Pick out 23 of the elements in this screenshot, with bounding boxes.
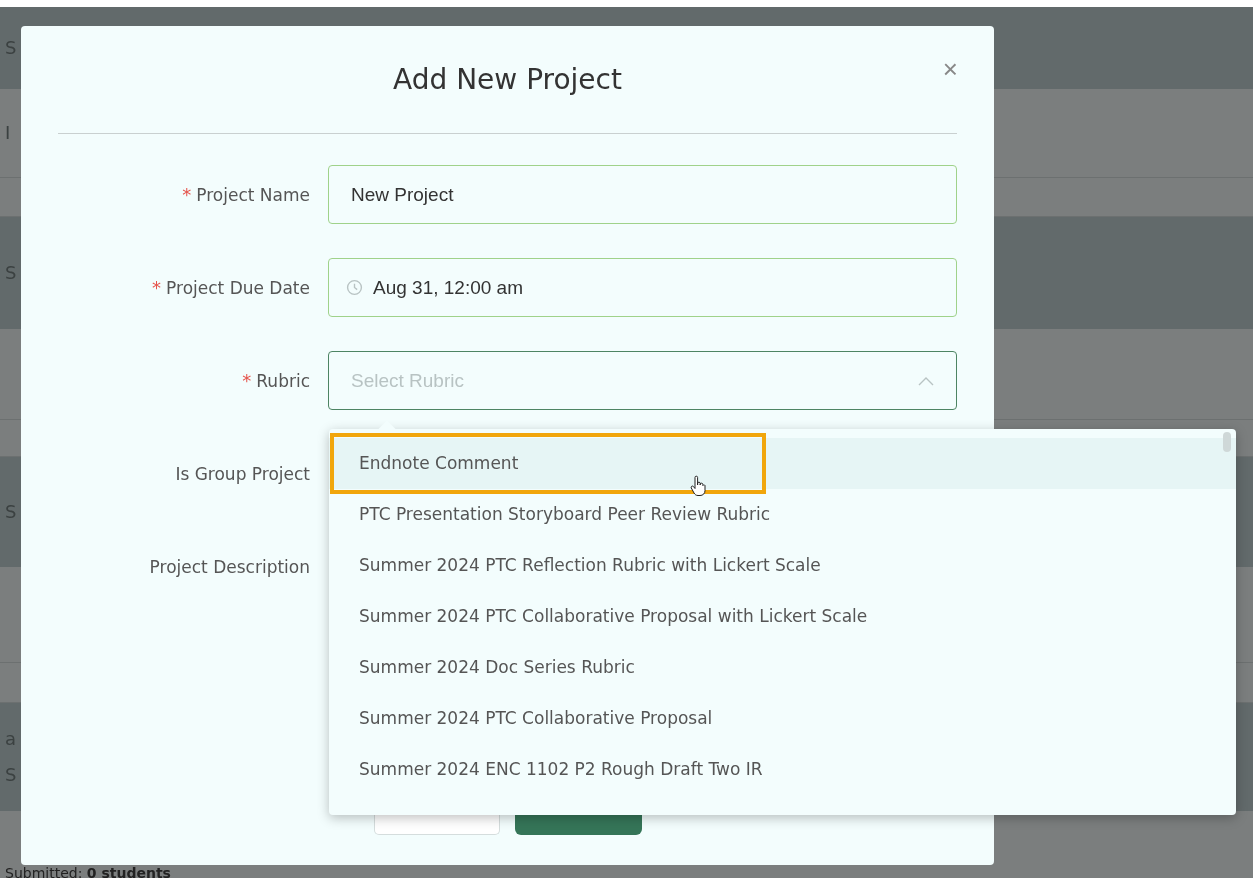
- field-label: Is Group Project: [175, 463, 310, 484]
- dropdown-option[interactable]: Summer 2024 ENC 1102 P2 Rough Draft Two IR: [329, 744, 1236, 795]
- field-label: Project Name: [196, 185, 310, 205]
- field-label: Project Description: [149, 556, 310, 577]
- dialog-title: Add New Project: [393, 63, 622, 96]
- required-mark: *: [152, 277, 162, 298]
- field-label: Project Due Date: [166, 278, 310, 298]
- background-text: Submitted: 0 students: [5, 866, 171, 878]
- background-text: I: [5, 124, 11, 142]
- scrollbar-thumb[interactable]: [1223, 432, 1231, 452]
- input-field[interactable]: New Project: [328, 165, 957, 224]
- required-mark: *: [182, 184, 192, 205]
- dropdown-option[interactable]: Summer 2024 PTC Collaborative Proposal with Lickert Scale: [329, 591, 1236, 642]
- hand-cursor-icon: [690, 475, 706, 497]
- dropdown-option[interactable]: Endnote Comment: [329, 438, 1236, 489]
- dropdown-option[interactable]: Summer 2024 Doc Series Rubric: [329, 642, 1236, 693]
- dropdown-option[interactable]: Summer 2024 PTC Collaborative Proposal: [329, 693, 1236, 744]
- clock-icon: [346, 279, 363, 296]
- field-label: Rubric: [256, 371, 310, 391]
- chevron-icon: [918, 375, 934, 386]
- dropdown-option[interactable]: Summer 2024 PTC Reflection Rubric with Lickert Scale: [329, 540, 1236, 591]
- required-mark: *: [242, 370, 252, 391]
- date-field[interactable]: Aug 31, 12:00 am: [328, 258, 957, 317]
